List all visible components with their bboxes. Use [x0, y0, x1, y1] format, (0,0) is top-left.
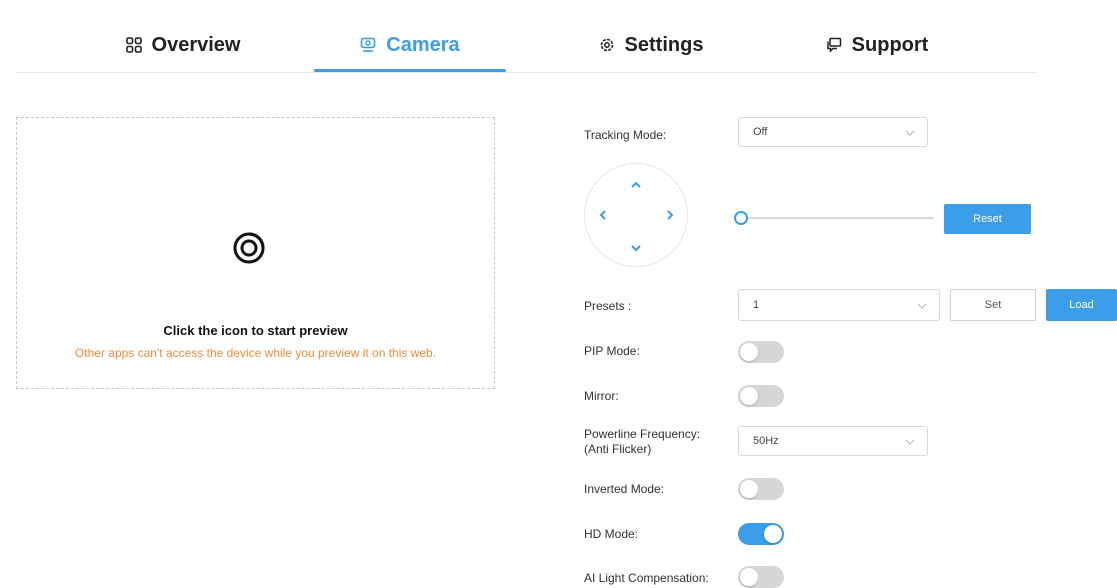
- presets-label: Presets :: [584, 299, 632, 313]
- ai-light-compensation-label: AI Light Compensation:: [584, 571, 709, 585]
- load-preset-button[interactable]: Load: [1046, 289, 1117, 321]
- presets-select[interactable]: 1: [738, 289, 940, 321]
- camera-preview-area: Click the icon to start preview Other ap…: [16, 117, 495, 389]
- toggle-knob: [764, 525, 782, 543]
- camera-page: Overview Camera Settings Support Click t…: [0, 0, 1117, 588]
- pip-mode-toggle[interactable]: [738, 341, 784, 363]
- start-preview-icon[interactable]: [232, 231, 266, 265]
- gear-icon: [599, 37, 615, 53]
- tracking-mode-select[interactable]: Off: [738, 117, 928, 147]
- ai-light-compensation-toggle[interactable]: [738, 566, 784, 588]
- toggle-knob: [740, 343, 758, 361]
- inverted-mode-toggle[interactable]: [738, 478, 784, 500]
- tab-support[interactable]: Support: [802, 18, 952, 72]
- arrow-up-icon[interactable]: [628, 177, 644, 193]
- powerline-label-line1: Powerline Frequency:: [584, 427, 701, 441]
- tab-bar: Overview Camera Settings Support: [16, 18, 1036, 73]
- zoom-slider-track[interactable]: [742, 217, 934, 219]
- tab-settings-label: Settings: [624, 33, 704, 56]
- toggle-knob: [740, 568, 758, 586]
- inverted-mode-label: Inverted Mode:: [584, 482, 665, 496]
- arrow-right-icon[interactable]: [662, 207, 678, 223]
- grid-icon: [125, 37, 142, 53]
- arrow-left-icon[interactable]: [595, 207, 611, 223]
- powerline-frequency-label: Powerline Frequency: (Anti Flicker): [584, 427, 700, 457]
- set-preset-button[interactable]: Set: [950, 289, 1036, 321]
- preview-title: Click the icon to start preview: [163, 323, 348, 338]
- chevron-down-icon: [905, 437, 915, 449]
- tab-settings[interactable]: Settings: [576, 18, 726, 72]
- tracking-mode-value: Off: [753, 126, 768, 138]
- tab-overview-label: Overview: [151, 33, 241, 56]
- tab-overview[interactable]: Overview: [98, 18, 268, 72]
- mirror-toggle[interactable]: [738, 385, 784, 407]
- toggle-knob: [740, 480, 758, 498]
- presets-value: 1: [753, 299, 760, 311]
- active-tab-indicator: [314, 69, 506, 72]
- mirror-label: Mirror:: [584, 389, 619, 403]
- tab-camera[interactable]: Camera: [314, 18, 506, 72]
- ptz-control-pad: [584, 163, 688, 267]
- hd-mode-toggle[interactable]: [738, 523, 784, 545]
- powerline-frequency-value: 50Hz: [753, 435, 779, 447]
- tracking-mode-label: Tracking Mode:: [584, 128, 667, 142]
- camera-icon: [360, 37, 376, 53]
- chevron-down-icon: [917, 301, 927, 313]
- chevron-down-icon: [905, 128, 915, 140]
- powerline-frequency-select[interactable]: 50Hz: [738, 426, 928, 456]
- pip-mode-label: PIP Mode:: [584, 344, 640, 358]
- hd-mode-label: HD Mode:: [584, 527, 639, 541]
- tab-camera-label: Camera: [386, 33, 460, 56]
- tab-support-label: Support: [851, 33, 929, 56]
- arrow-down-icon[interactable]: [628, 240, 644, 256]
- chat-icon: [826, 37, 842, 53]
- toggle-knob: [740, 387, 758, 405]
- preview-warning: Other apps can't access the device while…: [74, 346, 437, 360]
- reset-button[interactable]: Reset: [944, 204, 1031, 234]
- powerline-label-line2: (Anti Flicker): [584, 442, 652, 456]
- zoom-slider-thumb[interactable]: [734, 211, 748, 225]
